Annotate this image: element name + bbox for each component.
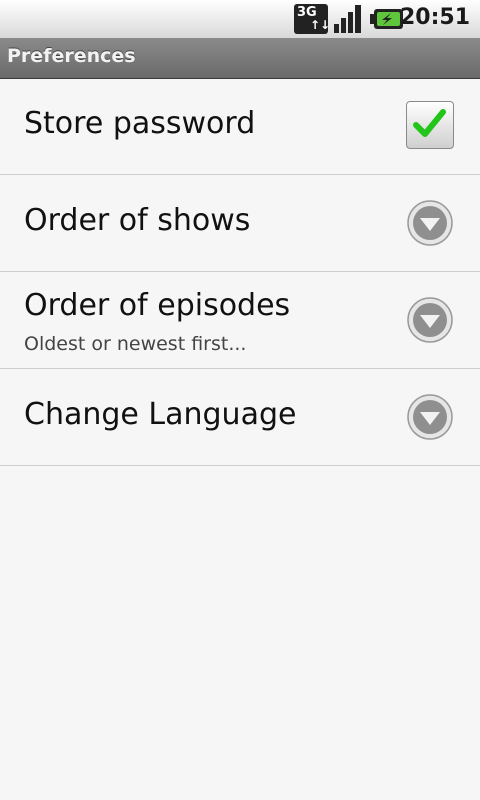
dropdown-arrow-icon[interactable] [407, 200, 453, 246]
pref-store-password[interactable]: Store password [0, 78, 480, 175]
dropdown-arrow-icon[interactable] [407, 394, 453, 440]
preferences-list: Store password Order of shows Order of e… [0, 78, 480, 466]
battery-charging-icon [370, 9, 403, 29]
clock: 20:51 [399, 5, 470, 30]
pref-summary: Oldest or newest first... [24, 333, 247, 355]
dropdown-arrow-icon[interactable] [407, 297, 453, 343]
pref-change-language[interactable]: Change Language [0, 369, 480, 466]
pref-label: Change Language [24, 397, 297, 432]
pref-label: Store password [24, 106, 256, 141]
checkmark-icon [413, 109, 446, 137]
title-bar: Preferences [0, 38, 480, 79]
pref-label: Order of shows [24, 203, 251, 238]
status-bar: 3G ↑↓ 20:51 [0, 0, 480, 39]
network-activity-icon: ↑↓ [310, 18, 331, 32]
network-3g-icon: 3G ↑↓ [294, 4, 331, 34]
pref-order-of-episodes[interactable]: Order of episodes Oldest or newest first… [0, 272, 480, 369]
pref-label: Order of episodes [24, 288, 291, 323]
pref-order-of-shows[interactable]: Order of shows [0, 175, 480, 272]
store-password-checkbox[interactable] [406, 101, 454, 149]
page-title: Preferences [7, 45, 136, 67]
signal-bars-icon [334, 5, 361, 33]
